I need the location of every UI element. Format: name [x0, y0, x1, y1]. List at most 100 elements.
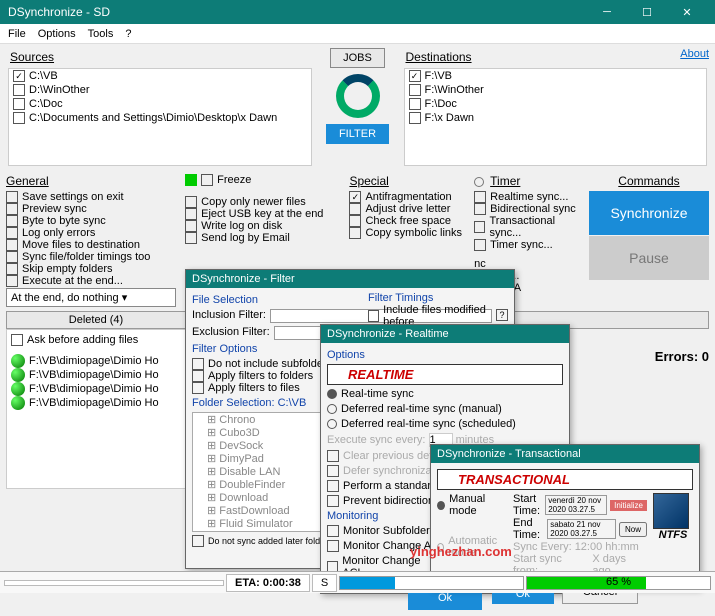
special-title: Special — [349, 174, 468, 188]
menu-options[interactable]: Options — [34, 26, 80, 42]
deleted-path: F:\VB\dimiopage\Dimio Ho — [29, 383, 159, 395]
special-0-label: Antifragmentation — [365, 191, 451, 203]
general-4-label: Move files to destination — [22, 239, 140, 251]
now-button[interactable]: Now — [619, 522, 647, 537]
general-4-checkbox[interactable] — [6, 239, 18, 251]
general-3-checkbox[interactable] — [6, 227, 18, 239]
general-6-checkbox[interactable] — [6, 263, 18, 275]
destination-item[interactable]: F:\VB — [405, 69, 707, 83]
deleted-item[interactable]: F:\VB\dimiopage\Dimio Ho — [11, 368, 181, 382]
rt-radio-2[interactable] — [327, 404, 337, 414]
about-link[interactable]: About — [680, 48, 709, 66]
special-1-checkbox[interactable] — [349, 203, 361, 215]
progress-bar-1 — [339, 576, 524, 590]
rt-radio-1[interactable] — [327, 389, 337, 399]
maximize-button[interactable]: ☐ — [627, 6, 667, 19]
general-1-checkbox[interactable] — [6, 203, 18, 215]
end-action-select[interactable]: At the end, do nothing ▾ — [6, 288, 176, 307]
destination-checkbox[interactable] — [409, 112, 421, 124]
mon-attr-checkbox[interactable] — [327, 540, 339, 552]
mon-sub-checkbox[interactable] — [327, 525, 339, 537]
destinations-list[interactable]: F:\VBF:\WinOtherF:\DocF:\x Dawn — [404, 68, 708, 166]
end-time-field[interactable]: sabato 21 nov 2020 03.27.5 — [547, 519, 616, 539]
timer-3-checkbox[interactable] — [474, 239, 486, 251]
deleted-path: F:\VB\dimiopage\Dimio Ho — [29, 355, 159, 367]
defer-checkbox[interactable] — [327, 465, 339, 477]
manual-radio[interactable] — [437, 501, 445, 510]
exec-every-label: Execute sync every: — [327, 434, 425, 446]
synchronize-button[interactable]: Synchronize — [589, 191, 709, 235]
timer-2-checkbox[interactable] — [474, 221, 485, 233]
destination-item[interactable]: F:\x Dawn — [405, 111, 707, 125]
realtime-banner: REALTIME — [327, 364, 563, 385]
destination-item[interactable]: F:\WinOther — [405, 83, 707, 97]
timer-radio-icon — [474, 177, 484, 187]
window-title: DSynchronize - SD — [8, 5, 587, 19]
source-item[interactable]: D:\WinOther — [9, 83, 311, 97]
prevent-loop-checkbox[interactable] — [327, 495, 339, 507]
menu-file[interactable]: File — [4, 26, 30, 42]
source-item[interactable]: C:\Documents and Settings\Dimio\Desktop\… — [9, 111, 311, 125]
rt-radio-3[interactable] — [327, 419, 337, 429]
deleted-path: F:\VB\dimiopage\Dimio Ho — [29, 369, 159, 381]
source-checkbox[interactable] — [13, 70, 25, 82]
ask-before-checkbox[interactable] — [11, 334, 23, 346]
deleted-path: F:\VB\dimiopage\Dimio Ho — [29, 397, 159, 409]
general-0-checkbox[interactable] — [6, 191, 18, 203]
sync-every-value: 12:00 — [575, 541, 603, 553]
destination-checkbox[interactable] — [409, 70, 421, 82]
deleted-item[interactable]: F:\VB\dimiopage\Dimio Ho — [11, 396, 181, 410]
inclusion-filter-label: Inclusion Filter: — [192, 309, 266, 323]
rt-radio-3-label: Deferred real-time sync (scheduled) — [341, 418, 516, 430]
filter-opt-0-checkbox[interactable] — [192, 358, 204, 370]
start-time-field[interactable]: venerdì 20 nov 2020 03.27.5 — [545, 495, 607, 515]
status-ok-icon — [11, 382, 25, 396]
sources-list[interactable]: C:\VBD:\WinOtherC:\DocC:\Documents and S… — [8, 68, 312, 166]
destination-checkbox[interactable] — [409, 84, 421, 96]
source-item[interactable]: C:\Doc — [9, 97, 311, 111]
minimize-button[interactable]: ─ — [587, 6, 627, 18]
clear-prev-checkbox[interactable] — [327, 450, 339, 462]
start-time-label: Start Time: — [513, 493, 542, 517]
freeze-2-checkbox[interactable] — [185, 220, 197, 232]
commands-title: Commands — [618, 174, 679, 188]
menu-tools[interactable]: Tools — [84, 26, 118, 42]
pause-button[interactable]: Pause — [589, 236, 709, 280]
freeze-0-checkbox[interactable] — [185, 196, 197, 208]
filter-opt-2-checkbox[interactable] — [192, 382, 204, 394]
freeze-0-label: Copy only newer files — [201, 196, 306, 208]
special-3-checkbox[interactable] — [349, 227, 361, 239]
source-checkbox[interactable] — [13, 84, 25, 96]
deleted-item[interactable]: F:\VB\dimiopage\Dimio Ho — [11, 382, 181, 396]
freeze-checkbox[interactable] — [201, 174, 213, 186]
incl-before-checkbox[interactable] — [368, 310, 379, 322]
freeze-3-checkbox[interactable] — [185, 232, 197, 244]
deleted-item[interactable]: F:\VB\dimiopage\Dimio Ho — [11, 354, 181, 368]
destination-item[interactable]: F:\Doc — [405, 97, 707, 111]
timer-1-checkbox[interactable] — [474, 203, 486, 215]
no-sync-later-checkbox[interactable] — [192, 535, 204, 547]
freeze-1-checkbox[interactable] — [185, 208, 197, 220]
general-5-checkbox[interactable] — [6, 251, 18, 263]
timer-0-checkbox[interactable] — [474, 191, 486, 203]
perform-std-checkbox[interactable] — [327, 480, 339, 492]
destination-checkbox[interactable] — [409, 98, 421, 110]
general-2-checkbox[interactable] — [6, 215, 18, 227]
exclusion-filter-label: Exclusion Filter: — [192, 326, 270, 340]
menu-help[interactable]: ? — [121, 26, 135, 42]
source-checkbox[interactable] — [13, 98, 25, 110]
freeze-label: Freeze — [217, 174, 251, 186]
general-7-checkbox[interactable] — [6, 275, 18, 287]
filter-opt-1-label: Apply filters to folders — [208, 370, 313, 382]
special-0-checkbox[interactable] — [349, 191, 361, 203]
source-item[interactable]: C:\VB — [9, 69, 311, 83]
general-5-label: Sync file/folder timings too — [22, 251, 150, 263]
filter-button[interactable]: FILTER — [326, 124, 389, 144]
special-2-checkbox[interactable] — [349, 215, 361, 227]
timer-2-label: Transactional sync... — [489, 215, 583, 239]
filter-opt-1-checkbox[interactable] — [192, 370, 204, 382]
close-button[interactable]: ✕ — [667, 6, 707, 19]
initialize-button[interactable]: Initialize — [610, 500, 647, 511]
jobs-button[interactable]: JOBS — [330, 48, 385, 68]
source-checkbox[interactable] — [13, 112, 25, 124]
